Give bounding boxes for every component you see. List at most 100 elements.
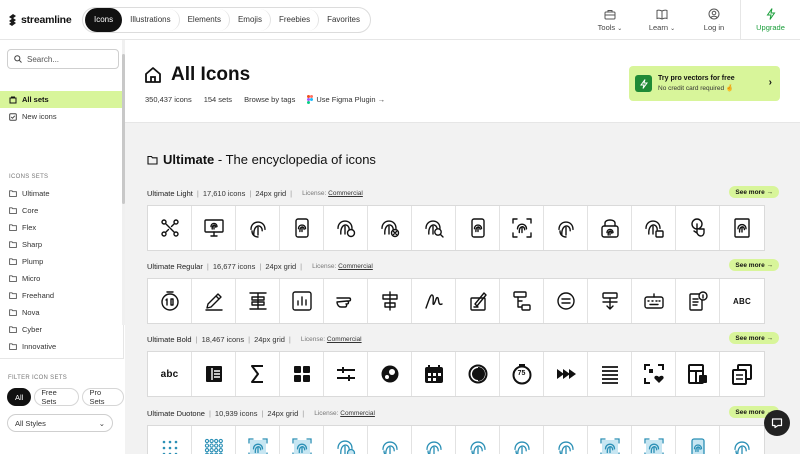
- icon-cell[interactable]: [720, 426, 764, 454]
- icon-cell[interactable]: [544, 279, 588, 323]
- sidebar-item-set[interactable]: Logos: [0, 355, 122, 357]
- icon-cell[interactable]: [500, 279, 544, 323]
- search-input[interactable]: Search...: [7, 49, 119, 69]
- sidebar-item-set[interactable]: Ultimate: [0, 185, 122, 202]
- icon-cell[interactable]: [544, 426, 588, 454]
- license-link[interactable]: Commercial: [327, 336, 362, 343]
- icon-cell[interactable]: [412, 426, 456, 454]
- icon-cell[interactable]: [324, 352, 368, 396]
- tab-icons[interactable]: Icons: [85, 7, 123, 32]
- icon-cell[interactable]: [632, 352, 676, 396]
- icon-cell[interactable]: [236, 206, 280, 250]
- icon-cell[interactable]: [192, 206, 236, 250]
- icon-cell[interactable]: [368, 352, 412, 396]
- chat-button[interactable]: [764, 410, 790, 436]
- icon-cell[interactable]: [456, 279, 500, 323]
- icon-cell[interactable]: [236, 426, 280, 454]
- sidebar-item-set[interactable]: Innovative: [0, 338, 122, 355]
- upgrade-button[interactable]: Upgrade: [740, 0, 800, 40]
- icon-cell[interactable]: [192, 426, 236, 454]
- icon-cell[interactable]: [148, 279, 192, 323]
- icon-cell[interactable]: [412, 279, 456, 323]
- icon-cell[interactable]: [368, 206, 412, 250]
- icon-cell[interactable]: [280, 206, 324, 250]
- icon-cell[interactable]: abc: [148, 352, 192, 396]
- icon-cell[interactable]: [192, 352, 236, 396]
- icon-cell[interactable]: [500, 206, 544, 250]
- icon-set-name[interactable]: Ultimate Bold: [147, 335, 192, 344]
- icon-cell[interactable]: [544, 206, 588, 250]
- icon-cell[interactable]: [368, 426, 412, 454]
- icon-cell[interactable]: [632, 279, 676, 323]
- icon-set-name[interactable]: Ultimate Duotone: [147, 409, 205, 418]
- icon-cell[interactable]: [148, 206, 192, 250]
- license-link[interactable]: Commercial: [340, 410, 375, 417]
- icon-cell[interactable]: [456, 206, 500, 250]
- icon-cell[interactable]: [632, 206, 676, 250]
- icon-cell[interactable]: [236, 352, 280, 396]
- icon-cell[interactable]: [280, 352, 324, 396]
- icon-cell[interactable]: [456, 426, 500, 454]
- icon-cell[interactable]: [192, 279, 236, 323]
- icon-cell[interactable]: [324, 426, 368, 454]
- icon-cell[interactable]: [632, 426, 676, 454]
- sidebar-item-set[interactable]: Sharp: [0, 236, 122, 253]
- license-link[interactable]: Commercial: [338, 263, 373, 270]
- icon-cell[interactable]: [544, 352, 588, 396]
- sidebar-item-set[interactable]: Cyber: [0, 321, 122, 338]
- icon-cell[interactable]: [676, 279, 720, 323]
- icon-cell[interactable]: [588, 352, 632, 396]
- icon-cell[interactable]: [720, 206, 764, 250]
- icon-cell[interactable]: [588, 206, 632, 250]
- browse-tags-link[interactable]: Browse by tags: [244, 95, 295, 104]
- icon-cell[interactable]: [720, 352, 764, 396]
- sidebar-item-set[interactable]: Core: [0, 202, 122, 219]
- icon-cell[interactable]: ABC: [720, 279, 764, 323]
- icon-cell[interactable]: [412, 206, 456, 250]
- icon-cell[interactable]: [456, 352, 500, 396]
- icon-cell[interactable]: 75: [500, 352, 544, 396]
- icon-set-name[interactable]: Ultimate Regular: [147, 262, 203, 271]
- tab-favorites[interactable]: Favorites: [319, 9, 368, 31]
- sidebar-item-set[interactable]: Plump: [0, 253, 122, 270]
- icon-cell[interactable]: [412, 352, 456, 396]
- icon-cell[interactable]: [280, 279, 324, 323]
- license-link[interactable]: Commercial: [328, 190, 363, 197]
- icon-cell[interactable]: [588, 426, 632, 454]
- sidebar-item-all-sets[interactable]: All sets: [0, 91, 122, 108]
- icon-cell[interactable]: [676, 352, 720, 396]
- icon-cell[interactable]: [368, 279, 412, 323]
- see-more-button[interactable]: See more →: [729, 332, 779, 344]
- tab-illustrations[interactable]: Illustrations: [122, 8, 180, 31]
- tab-freebies[interactable]: Freebies: [271, 8, 320, 31]
- sidebar-item-set[interactable]: Micro: [0, 270, 122, 287]
- filter-free-sets-button[interactable]: Free Sets: [34, 388, 80, 406]
- see-more-button[interactable]: See more →: [729, 259, 779, 271]
- tab-emojis[interactable]: Emojis: [230, 8, 271, 31]
- icon-cell[interactable]: [324, 279, 368, 323]
- filter-pro-sets-button[interactable]: Pro Sets: [82, 388, 124, 406]
- tools-menu[interactable]: Tools ⌄: [584, 0, 636, 40]
- styles-select[interactable]: All Styles ⌄: [7, 414, 113, 432]
- login-button[interactable]: Log in: [688, 0, 740, 40]
- sidebar-item-set[interactable]: Nova: [0, 304, 122, 321]
- icon-set-name[interactable]: Ultimate Light: [147, 189, 193, 198]
- figma-plugin-link[interactable]: Use Figma Plugin →: [307, 95, 385, 104]
- filter-all-button[interactable]: All: [7, 388, 32, 406]
- sidebar-item-set[interactable]: Freehand: [0, 287, 122, 304]
- see-more-button[interactable]: See more →: [729, 186, 779, 198]
- sidebar-item-new-icons[interactable]: New icons: [0, 108, 122, 125]
- brand-logo[interactable]: streamline: [0, 13, 82, 27]
- icon-cell[interactable]: [500, 426, 544, 454]
- promo-banner[interactable]: Try pro vectors for free No credit card …: [629, 66, 780, 101]
- icon-cell[interactable]: [280, 426, 324, 454]
- learn-menu[interactable]: Learn ⌄: [636, 0, 688, 40]
- tab-elements[interactable]: Elements: [180, 8, 230, 31]
- icon-cell[interactable]: [676, 426, 720, 454]
- sidebar-item-set[interactable]: Flex: [0, 219, 122, 236]
- icon-cell[interactable]: [588, 279, 632, 323]
- icon-cell[interactable]: [148, 426, 192, 454]
- icon-cell[interactable]: [676, 206, 720, 250]
- icon-cell[interactable]: [324, 206, 368, 250]
- icon-cell[interactable]: [236, 279, 280, 323]
